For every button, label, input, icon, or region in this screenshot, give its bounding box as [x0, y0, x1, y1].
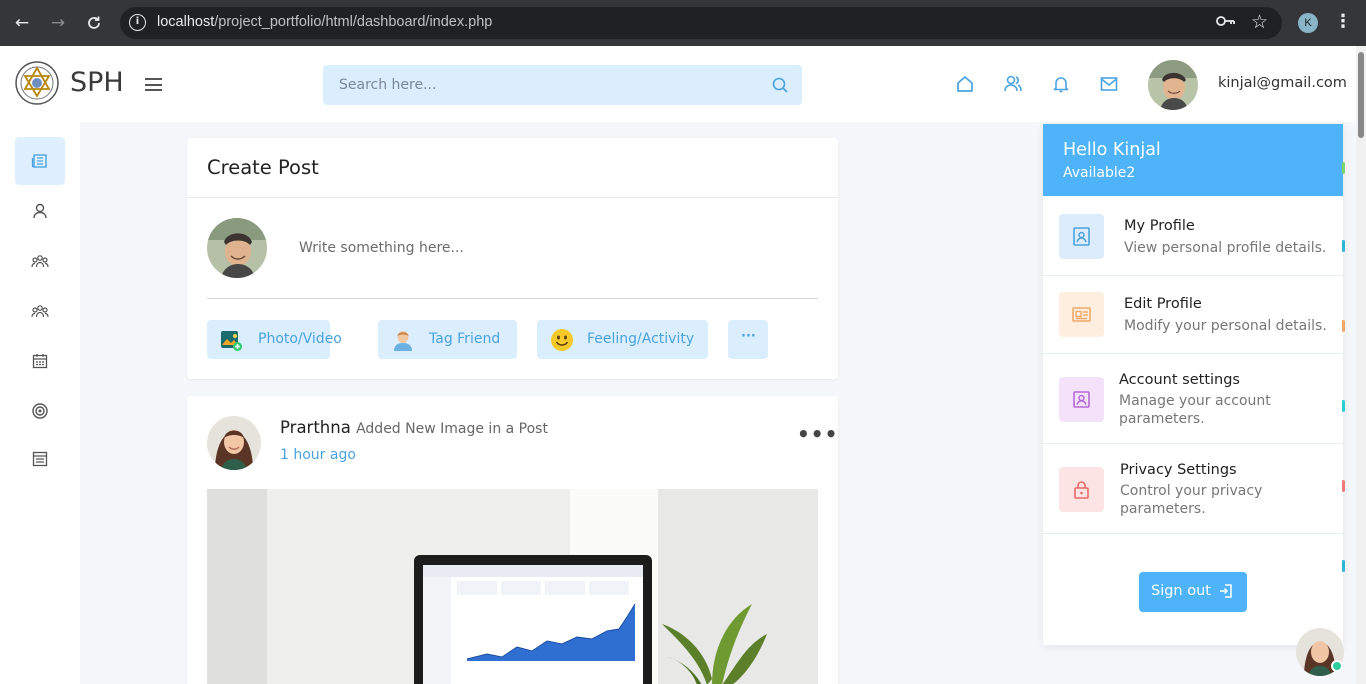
dropdown-item-desc: Modify your personal details.: [1124, 318, 1327, 334]
logout-icon: [1220, 584, 1232, 598]
accent-marker: [1342, 480, 1345, 492]
dropdown-item-title: Edit Profile: [1124, 296, 1202, 312]
list-icon: [32, 451, 48, 467]
app-header: SPH kinjal@gmail.com: [0, 46, 1356, 122]
profile-icon: [1059, 214, 1104, 259]
sidebar: [0, 122, 80, 684]
group-icon: [31, 255, 49, 268]
smiley-icon: [551, 329, 573, 351]
dropdown-item-desc: Control your privacy parameters.: [1120, 483, 1263, 517]
account-icon: [1059, 377, 1104, 422]
accent-marker: [1342, 560, 1345, 572]
address-bar[interactable]: i localhost/project_portfolio/html/dashb…: [120, 7, 1282, 39]
sidebar-item-newsfeed[interactable]: [15, 137, 65, 185]
sign-out-button[interactable]: Sign out: [1139, 572, 1247, 612]
key-icon[interactable]: [1216, 13, 1236, 32]
browser-profile-avatar[interactable]: K: [1298, 13, 1318, 33]
divider: [187, 197, 838, 198]
dropdown-item-desc: Manage your account parameters.: [1119, 393, 1271, 427]
site-info-icon[interactable]: i: [129, 14, 146, 31]
online-status-dot: [1331, 660, 1343, 672]
user-status: Available2: [1063, 165, 1136, 181]
dropdown-header: Hello Kinjal Available2: [1043, 124, 1343, 196]
post-more-icon[interactable]: •••: [797, 422, 838, 446]
post-author[interactable]: Prarthna Added New Image in a Post: [280, 418, 548, 437]
tag-friend-icon: [394, 331, 412, 351]
accent-marker: [1342, 400, 1345, 412]
feeling-activity-button[interactable]: Feeling/Activity: [537, 320, 708, 359]
post-action-text: Added New Image in a Post: [356, 421, 548, 437]
bookmark-star-icon[interactable]: ☆: [1251, 11, 1268, 33]
sidebar-item-community[interactable]: [15, 287, 65, 335]
menu-toggle-icon[interactable]: [145, 78, 162, 91]
sidebar-item-calendar[interactable]: [15, 337, 65, 385]
browser-toolbar: ← → i localhost/project_portfolio/html/d…: [0, 0, 1366, 46]
users-icon[interactable]: [1003, 74, 1023, 94]
page-scrollbar[interactable]: [1356, 46, 1366, 684]
home-icon[interactable]: [955, 74, 975, 94]
dropdown-item-privacy-settings[interactable]: Privacy Settings Control your privacy pa…: [1043, 444, 1343, 534]
sidebar-item-goals[interactable]: [15, 387, 65, 435]
tag-friend-label: Tag Friend: [429, 331, 501, 347]
feeling-activity-label: Feeling/Activity: [587, 331, 695, 347]
post-image[interactable]: [207, 489, 818, 684]
lock-icon: [1059, 467, 1104, 512]
browser-menu-icon[interactable]: ⋮: [1334, 12, 1352, 32]
dropdown-item-title: Account settings: [1119, 372, 1240, 388]
calendar-icon: [32, 354, 48, 369]
photo-video-button[interactable]: Photo/Video: [207, 320, 342, 359]
dropdown-item-account-settings[interactable]: Account settings Manage your account par…: [1043, 354, 1343, 444]
create-post-card: Create Post Write something here... Phot…: [187, 138, 838, 379]
search-input[interactable]: [323, 65, 763, 105]
target-icon: [32, 403, 48, 419]
sidebar-item-groups[interactable]: [15, 237, 65, 285]
scrollbar-thumb[interactable]: [1358, 52, 1364, 138]
sign-out-label: Sign out: [1151, 583, 1211, 599]
accent-marker: [1342, 320, 1345, 332]
search-bar: [323, 65, 802, 105]
reload-icon[interactable]: [83, 12, 105, 34]
dropdown-item-edit-profile[interactable]: Edit Profile Modify your personal detail…: [1043, 276, 1343, 354]
bell-icon[interactable]: [1051, 74, 1071, 94]
tag-friend-button[interactable]: Tag Friend: [378, 320, 517, 359]
edit-profile-icon: [1059, 292, 1104, 337]
avatar[interactable]: [207, 218, 267, 278]
mail-icon[interactable]: [1099, 74, 1119, 94]
dropdown-item-title: Privacy Settings: [1120, 462, 1237, 478]
group-icon: [31, 305, 49, 318]
post-timestamp[interactable]: 1 hour ago: [280, 447, 356, 463]
dropdown-item-my-profile[interactable]: My Profile View personal profile details…: [1043, 198, 1343, 276]
input-underline: [207, 298, 818, 299]
accent-marker: [1342, 240, 1345, 252]
sidebar-item-reports[interactable]: [15, 435, 65, 483]
search-icon[interactable]: [771, 76, 789, 94]
newspaper-icon: [31, 154, 47, 168]
more-options-button[interactable]: ···: [728, 320, 768, 359]
avatar[interactable]: [207, 416, 261, 470]
photo-icon: [221, 331, 242, 351]
user-avatar[interactable]: [1148, 60, 1198, 110]
create-post-title: Create Post: [207, 156, 319, 179]
accent-marker: [1342, 162, 1345, 174]
author-name[interactable]: Prarthna: [280, 418, 351, 437]
more-icon: ···: [741, 329, 756, 344]
post-card: Prarthna Added New Image in a Post 1 hou…: [187, 396, 838, 684]
user-icon: [33, 203, 47, 219]
logo[interactable]: [14, 60, 60, 106]
greeting: Hello Kinjal: [1063, 140, 1161, 160]
url-text[interactable]: localhost/project_portfolio/html/dashboa…: [157, 14, 492, 30]
post-text-input[interactable]: Write something here...: [299, 240, 464, 256]
sidebar-item-profile[interactable]: [15, 187, 65, 235]
back-icon[interactable]: ←: [11, 12, 33, 34]
forward-icon[interactable]: →: [47, 12, 69, 34]
brand-name[interactable]: SPH: [70, 67, 124, 98]
dropdown-item-desc: View personal profile details.: [1124, 240, 1327, 256]
profile-dropdown: Hello Kinjal Available2 My Profile View …: [1043, 124, 1343, 645]
dropdown-item-title: My Profile: [1124, 218, 1195, 234]
photo-video-label: Photo/Video: [258, 331, 342, 347]
user-email[interactable]: kinjal@gmail.com: [1218, 75, 1347, 91]
